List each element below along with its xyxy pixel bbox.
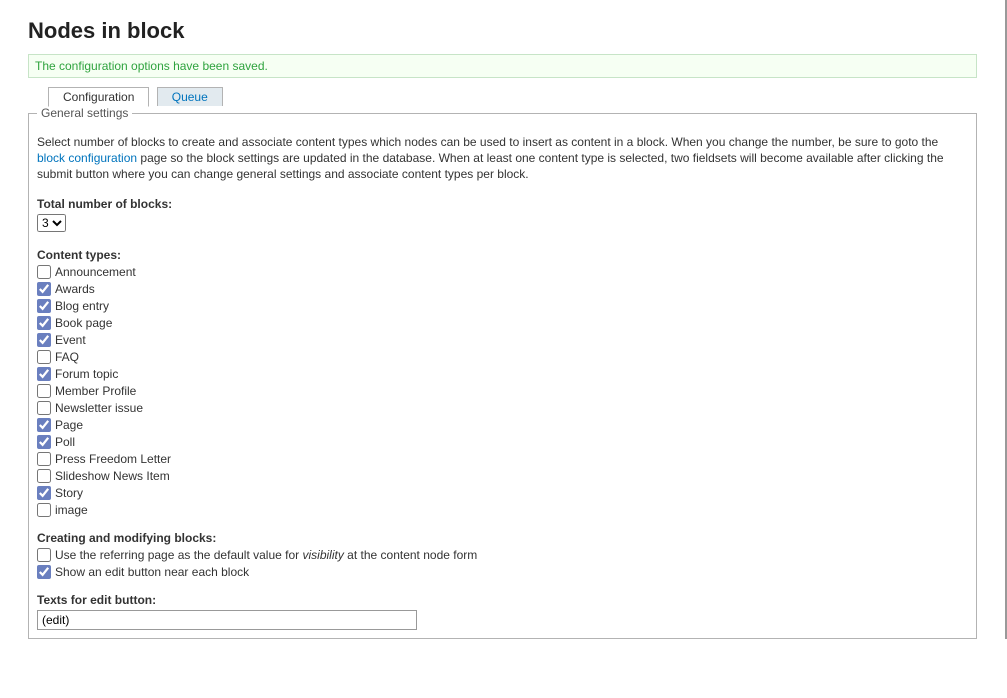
content-type-row: FAQ [37,350,968,364]
help-text: Select number of blocks to create and as… [37,134,968,183]
content-type-row: Poll [37,435,968,449]
content-type-checkbox[interactable] [37,384,51,398]
opt-referring-checkbox[interactable] [37,548,51,562]
content-type-row: Book page [37,316,968,330]
opt-editbtn-row: Show an edit button near each block [37,565,968,579]
content-type-row: Press Freedom Letter [37,452,968,466]
content-type-row: Story [37,486,968,500]
content-type-checkbox[interactable] [37,299,51,313]
content-type-label[interactable]: Press Freedom Letter [55,452,171,466]
content-type-label[interactable]: Blog entry [55,299,109,313]
content-types-label: Content types: [37,248,968,262]
content-type-label[interactable]: Slideshow News Item [55,469,170,483]
content-type-checkbox[interactable] [37,265,51,279]
content-type-checkbox[interactable] [37,282,51,296]
content-type-row: image [37,503,968,517]
tabs: Configuration Queue [48,86,977,106]
content-type-row: Blog entry [37,299,968,313]
content-type-row: Newsletter issue [37,401,968,415]
total-blocks-select[interactable]: 3 [37,214,66,232]
content-type-checkbox[interactable] [37,401,51,415]
texts-edit-button-input[interactable] [37,610,417,630]
content-type-checkbox[interactable] [37,452,51,466]
opt-referring-label[interactable]: Use the referring page as the default va… [55,548,477,562]
content-type-checkbox[interactable] [37,486,51,500]
content-type-checkbox[interactable] [37,350,51,364]
content-type-label[interactable]: Event [55,333,86,347]
content-type-label[interactable]: Forum topic [55,367,118,381]
content-type-label[interactable]: Book page [55,316,112,330]
status-message: The configuration options have been save… [28,54,977,78]
content-type-row: Awards [37,282,968,296]
content-type-checkbox[interactable] [37,316,51,330]
content-types-list: Announcement Awards Blog entry Book page Eve… [37,265,968,517]
content-type-row: Announcement [37,265,968,279]
content-type-checkbox[interactable] [37,333,51,347]
content-type-label[interactable]: Newsletter issue [55,401,143,415]
opt-referring-row: Use the referring page as the default va… [37,548,968,562]
content-type-label[interactable]: Member Profile [55,384,136,398]
content-type-checkbox[interactable] [37,367,51,381]
content-type-checkbox[interactable] [37,435,51,449]
content-type-checkbox[interactable] [37,503,51,517]
content-type-row: Event [37,333,968,347]
content-type-row: Member Profile [37,384,968,398]
content-type-label[interactable]: Awards [55,282,95,296]
general-settings-fieldset: General settings Select number of blocks… [28,106,977,639]
tab-configuration[interactable]: Configuration [48,87,149,107]
total-blocks-label: Total number of blocks: [37,197,968,211]
tab-queue[interactable]: Queue [157,87,223,106]
help-post: page so the block settings are updated i… [37,151,944,181]
fieldset-legend: General settings [37,106,132,120]
texts-edit-button-label: Texts for edit button: [37,593,968,607]
page-title: Nodes in block [28,18,977,44]
content-type-label[interactable]: image [55,503,88,517]
content-type-checkbox[interactable] [37,418,51,432]
content-type-label[interactable]: Story [55,486,83,500]
content-type-label[interactable]: FAQ [55,350,79,364]
opt-editbtn-checkbox[interactable] [37,565,51,579]
content-type-label[interactable]: Announcement [55,265,136,279]
help-pre: Select number of blocks to create and as… [37,135,938,149]
opt-editbtn-label[interactable]: Show an edit button near each block [55,565,249,579]
content-type-label[interactable]: Page [55,418,83,432]
block-configuration-link[interactable]: block configuration [37,151,137,165]
content-type-checkbox[interactable] [37,469,51,483]
content-type-row: Slideshow News Item [37,469,968,483]
creating-modifying-label: Creating and modifying blocks: [37,531,968,545]
content-type-row: Page [37,418,968,432]
content-type-label[interactable]: Poll [55,435,75,449]
content-type-row: Forum topic [37,367,968,381]
